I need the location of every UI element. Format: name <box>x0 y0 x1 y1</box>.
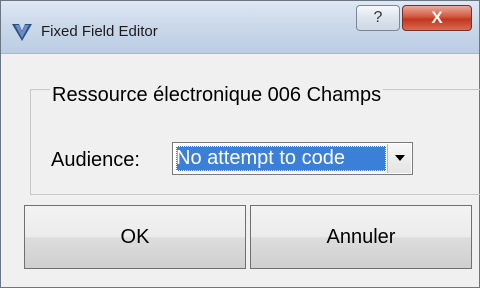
group-box-label: Ressource électronique 006 Champs <box>50 84 384 107</box>
audience-selected-value[interactable]: No attempt to code <box>176 146 386 171</box>
chevron-down-icon <box>395 155 405 161</box>
ok-button[interactable]: OK <box>24 205 246 269</box>
close-button[interactable]: X <box>402 5 472 31</box>
app-logo-icon <box>12 24 32 41</box>
cancel-button[interactable]: Annuler <box>250 205 472 269</box>
window-title: Fixed Field Editor <box>41 23 158 40</box>
title-bar[interactable]: Fixed Field Editor ? X <box>1 1 479 54</box>
help-icon: ? <box>373 9 383 26</box>
audience-dropdown[interactable]: No attempt to code <box>172 142 413 175</box>
close-icon: X <box>431 8 443 27</box>
dropdown-button[interactable] <box>387 144 411 173</box>
audience-label: Audience: <box>51 149 140 171</box>
help-button[interactable]: ? <box>356 5 400 31</box>
